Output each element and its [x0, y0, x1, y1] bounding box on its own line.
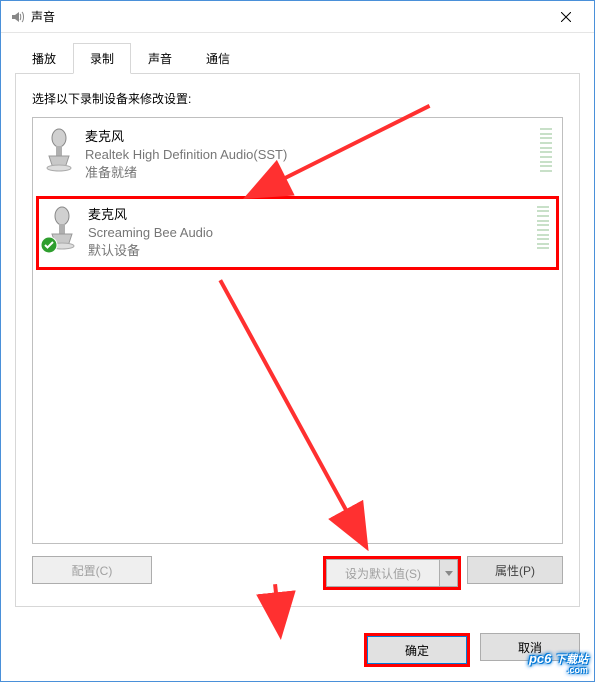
window-title: 声音 — [31, 8, 546, 25]
device-name: 麦克风 — [88, 206, 529, 224]
dialog-content: 播放 录制 声音 通信 选择以下录制设备来修改设置: — [1, 33, 594, 621]
microphone-icon — [41, 128, 77, 172]
footer-button-row: 确定 取消 — [1, 621, 594, 681]
device-info: 麦克风 Realtek High Definition Audio(SST) 准… — [85, 128, 532, 183]
properties-button[interactable]: 属性(P) — [467, 556, 563, 584]
watermark: pc6 下载站 .com — [529, 651, 588, 675]
recording-panel: 选择以下录制设备来修改设置: 麦克风 Realtek High Definit — [15, 73, 580, 607]
device-driver: Realtek High Definition Audio(SST) — [85, 146, 532, 164]
sound-icon — [9, 9, 25, 25]
close-button[interactable] — [546, 1, 586, 33]
chevron-down-icon — [445, 571, 453, 576]
device-status: 准备就绪 — [85, 164, 532, 182]
tab-recording[interactable]: 录制 — [73, 43, 131, 74]
set-default-button[interactable]: 设为默认值(S) — [326, 559, 440, 587]
device-driver: Screaming Bee Audio — [88, 224, 529, 242]
device-name: 麦克风 — [85, 128, 532, 146]
ok-highlight: 确定 — [364, 633, 470, 667]
level-meter — [537, 206, 549, 250]
device-list[interactable]: 麦克风 Realtek High Definition Audio(SST) 准… — [32, 117, 563, 544]
set-default-dropdown[interactable] — [440, 559, 458, 587]
set-default-highlight: 设为默认值(S) — [323, 556, 461, 590]
tab-sounds[interactable]: 声音 — [131, 43, 189, 74]
checkmark-icon — [40, 236, 58, 254]
sound-dialog: 声音 播放 录制 声音 通信 选择以下录制设备来修改设置: — [0, 0, 595, 682]
level-meter — [540, 128, 552, 172]
titlebar: 声音 — [1, 1, 594, 33]
configure-button[interactable]: 配置(C) — [32, 556, 152, 584]
device-status: 默认设备 — [88, 242, 529, 260]
panel-button-row: 配置(C) 设为默认值(S) 属性(P) — [32, 556, 563, 590]
close-icon — [561, 12, 571, 22]
device-row[interactable]: 麦克风 Realtek High Definition Audio(SST) 准… — [33, 118, 562, 193]
device-info: 麦克风 Screaming Bee Audio 默认设备 — [88, 206, 529, 261]
ok-button[interactable]: 确定 — [367, 636, 467, 664]
tab-playback[interactable]: 播放 — [15, 43, 73, 74]
microphone-icon — [44, 206, 80, 250]
tab-strip: 播放 录制 声音 通信 — [15, 43, 580, 74]
tab-communications[interactable]: 通信 — [189, 43, 247, 74]
device-row[interactable]: 麦克风 Screaming Bee Audio 默认设备 — [36, 196, 559, 271]
instruction-text: 选择以下录制设备来修改设置: — [32, 90, 563, 107]
